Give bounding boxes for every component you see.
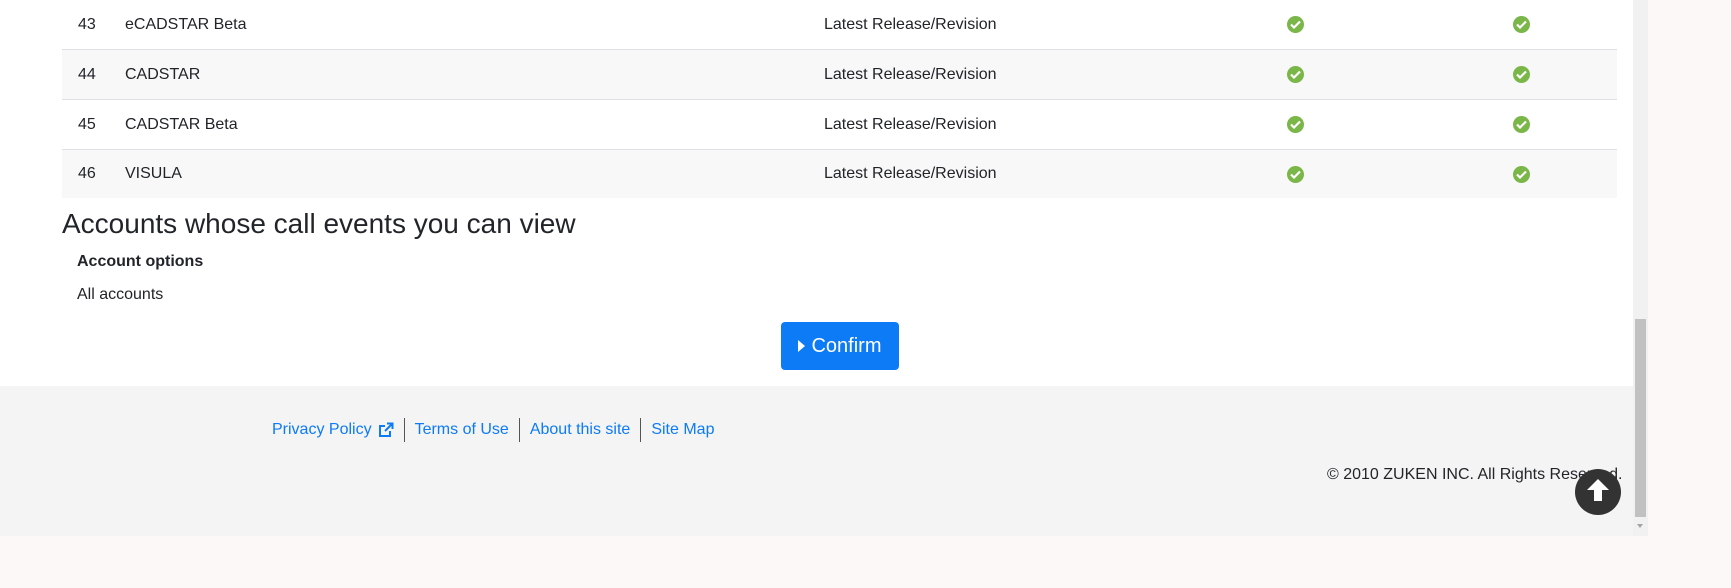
check-circle-icon [1287, 116, 1304, 133]
scroll-to-top-button[interactable] [1575, 469, 1621, 515]
product-name: eCADSTAR Beta [125, 15, 247, 33]
check-circle-icon [1513, 66, 1530, 83]
check-circle-icon [1513, 165, 1530, 183]
account-options-value: All accounts [77, 286, 164, 303]
row-number: 45 [78, 115, 96, 133]
confirm-button[interactable]: Confirm [781, 322, 899, 370]
caret-right-icon [798, 340, 806, 352]
check-circle-icon [1513, 116, 1530, 133]
check-circle-icon [1287, 66, 1304, 83]
scrollbar-thumb[interactable] [1635, 319, 1646, 517]
arrow-up-icon [1585, 477, 1611, 508]
table-row: 46 VISULA Latest Release/Revision [62, 150, 1617, 198]
confirm-label: Confirm [811, 334, 882, 357]
external-link-icon [378, 422, 394, 438]
terms-of-use-link[interactable]: Terms of Use [405, 418, 519, 442]
table-row: 43 eCADSTAR Beta Latest Release/Revision [62, 0, 1617, 50]
product-name: CADSTAR Beta [125, 115, 238, 133]
scroll-down-arrow-icon[interactable] [1637, 524, 1643, 528]
page-viewport: 43 eCADSTAR Beta Latest Release/Revision… [0, 0, 1648, 536]
product-name: CADSTAR [125, 65, 201, 83]
row-number: 44 [78, 65, 96, 83]
row-number: 43 [78, 15, 96, 33]
check-circle-icon [1287, 165, 1304, 183]
about-site-link[interactable]: About this site [520, 418, 641, 442]
privacy-policy-link[interactable]: Privacy Policy [272, 418, 404, 442]
vertical-scrollbar[interactable] [1633, 0, 1648, 536]
accounts-heading: Accounts whose call events you can view [62, 208, 576, 239]
footer-links: Privacy Policy Terms of Use About this s… [272, 418, 724, 442]
table-row: 44 CADSTAR Latest Release/Revision [62, 50, 1617, 100]
table-row: 45 CADSTAR Beta Latest Release/Revision [62, 100, 1617, 150]
footer: Privacy Policy Terms of Use About this s… [0, 386, 1633, 536]
release-status: Latest Release/Revision [824, 15, 997, 33]
account-options-label: Account options [77, 253, 204, 270]
product-name: VISULA [125, 165, 182, 182]
product-table: 43 eCADSTAR Beta Latest Release/Revision… [62, 0, 1617, 198]
release-status: Latest Release/Revision [824, 115, 997, 133]
check-circle-icon [1287, 16, 1304, 33]
check-circle-icon [1513, 16, 1530, 33]
release-status: Latest Release/Revision [824, 165, 997, 182]
release-status: Latest Release/Revision [824, 65, 997, 83]
row-number: 46 [78, 165, 96, 182]
site-map-link[interactable]: Site Map [641, 418, 724, 442]
privacy-policy-label: Privacy Policy [272, 421, 372, 438]
